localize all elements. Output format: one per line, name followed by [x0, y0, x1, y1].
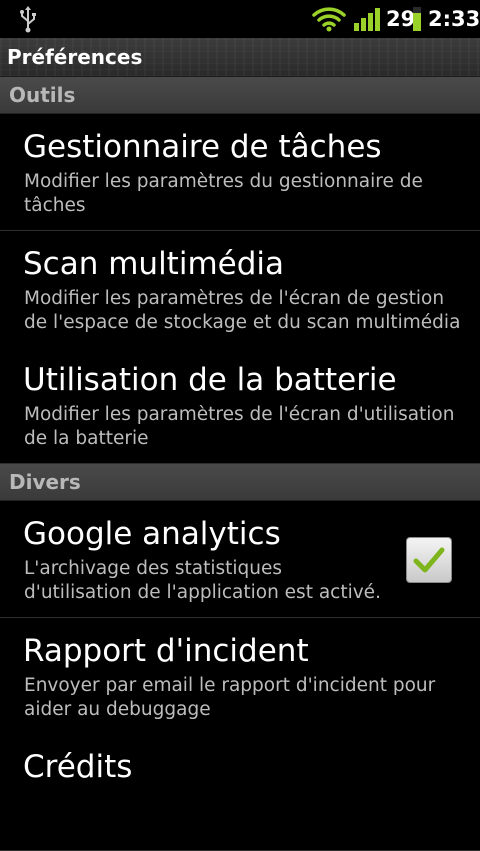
section-header-label: Divers — [9, 470, 81, 494]
pref-item-title: Rapport d'incident — [23, 633, 309, 669]
pref-item-google-analytics[interactable]: Google analytics L'archivage des statist… — [0, 501, 480, 618]
pref-item-media-scan[interactable]: Scan multimédia Modifier les paramètres … — [0, 231, 480, 348]
pref-item-credits[interactable]: Crédits — [0, 734, 480, 851]
section-header-divers: Divers — [0, 464, 480, 501]
battery-icon — [413, 7, 421, 31]
battery-level-text: 29 — [386, 7, 416, 31]
usb-icon — [20, 6, 36, 33]
wifi-icon — [312, 7, 346, 32]
page-title: Préférences — [7, 45, 143, 69]
pref-item-title: Scan multimédia — [23, 246, 285, 282]
pref-item-summary: Modifier les paramètres du gestionnaire … — [24, 171, 423, 216]
checkmark-icon — [413, 547, 445, 573]
pref-item-title: Utilisation de la batterie — [23, 362, 397, 398]
pref-item-battery-usage[interactable]: Utilisation de la batterie Modifier les … — [0, 347, 480, 464]
pref-item-title: Google analytics — [23, 516, 281, 552]
google-analytics-checkbox[interactable] — [406, 537, 452, 583]
pref-item-task-manager[interactable]: Gestionnaire de tâches Modifier les para… — [0, 114, 480, 231]
pref-item-title: Gestionnaire de tâches — [23, 129, 382, 165]
section-header-label: Outils — [9, 83, 76, 107]
section-header-outils: Outils — [0, 77, 480, 114]
pref-item-summary: Modifier les paramètres de l'écran de ge… — [24, 288, 461, 333]
pref-item-summary: L'archivage des statistiques d'utilisati… — [24, 558, 381, 603]
clock: 2:33 — [428, 7, 480, 31]
pref-item-title: Crédits — [23, 749, 133, 785]
signal-icon — [354, 8, 380, 31]
pref-item-incident-report[interactable]: Rapport d'incident Envoyer par email le … — [0, 618, 480, 735]
pref-item-summary: Modifier les paramètres de l'écran d'uti… — [24, 404, 455, 449]
status-bar: 29 2:33 — [0, 0, 480, 38]
title-bar: Préférences — [0, 38, 480, 77]
pref-item-summary: Envoyer par email le rapport d'incident … — [24, 675, 436, 720]
